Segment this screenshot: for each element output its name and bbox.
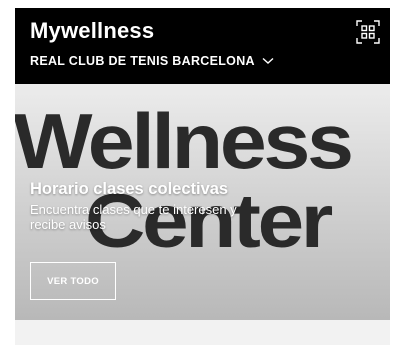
club-name: REAL CLUB DE TENIS BARCELONA [30,54,255,68]
club-selector[interactable]: REAL CLUB DE TENIS BARCELONA [30,54,274,68]
app-header: Mywellness REAL CLUB DE TENIS BARCELONA [15,8,390,84]
view-all-button[interactable]: VER TODO [30,262,116,300]
qr-code-button[interactable] [356,20,380,44]
app-screen: Mywellness REAL CLUB DE TENIS BARCELONA [15,8,390,345]
chevron-down-icon [262,57,274,64]
qr-code-icon [356,20,380,44]
app-title: Mywellness [30,18,155,43]
hero-subtitle: Encuentra clases que te interesen y reci… [30,202,237,232]
hero-banner[interactable]: Wellness Center Horario clases colectiva… [15,84,390,320]
hero-background-word-wellness: Wellness [15,97,354,185]
hero-title: Horario clases colectivas [30,180,229,198]
